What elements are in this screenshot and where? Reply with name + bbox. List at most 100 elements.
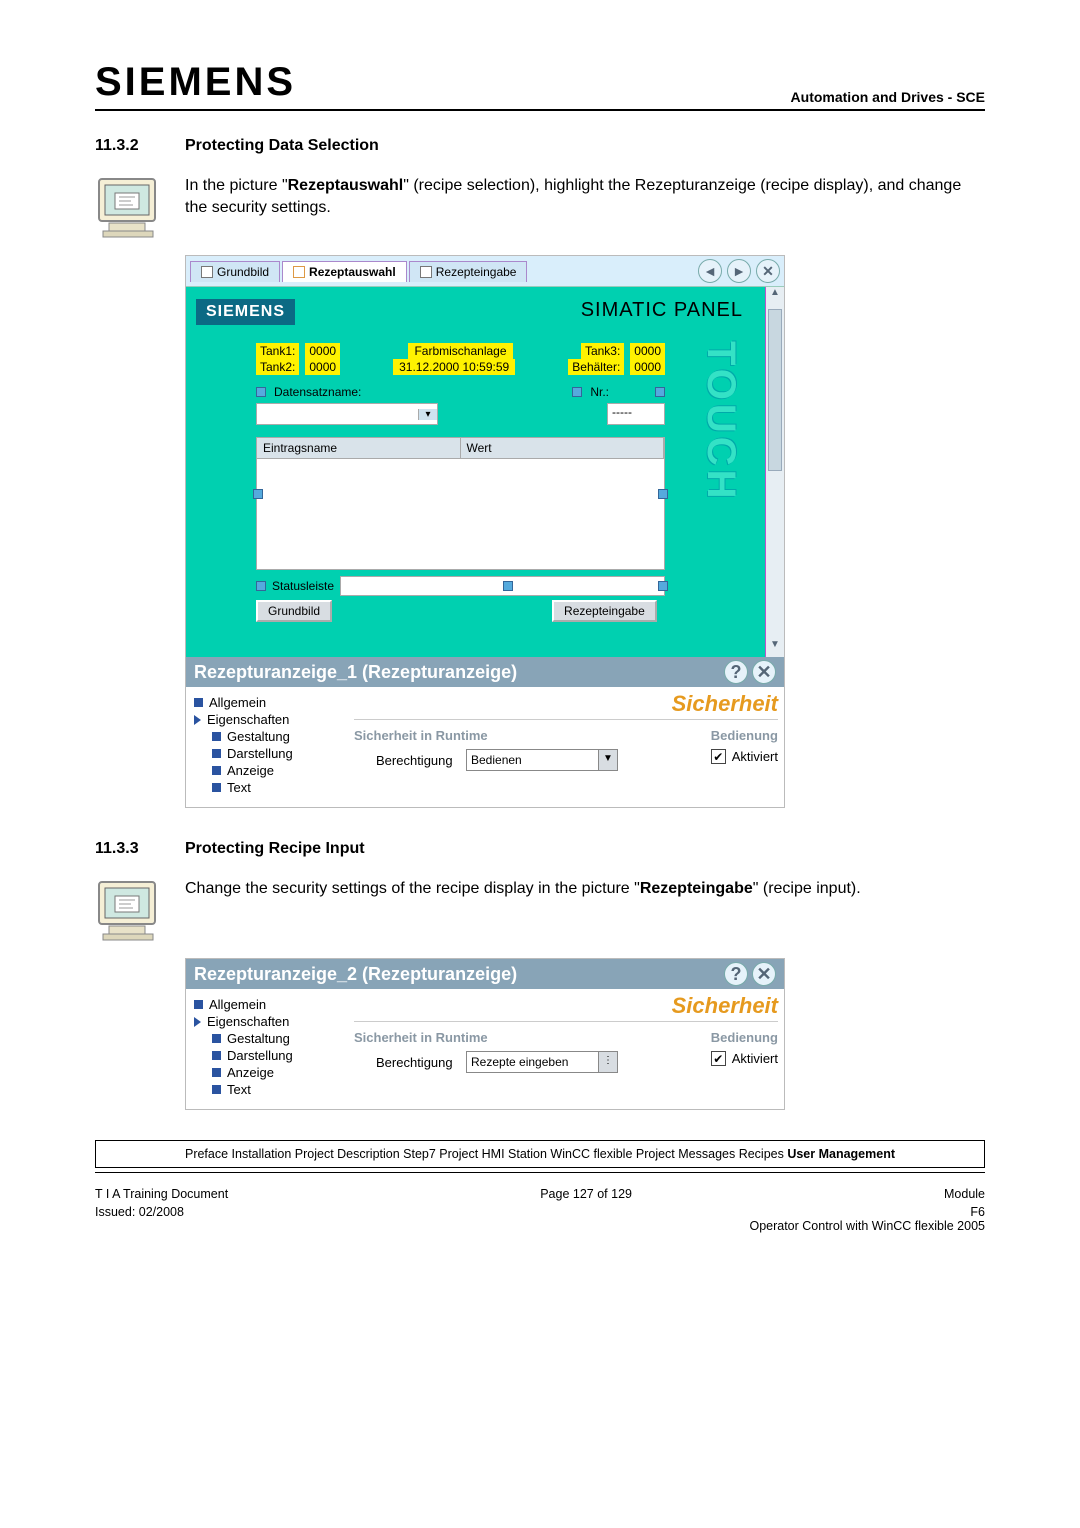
- tab-label: Grundbild: [217, 265, 269, 279]
- footer-row-1: T I A Training Document Page 127 of 129 …: [95, 1187, 985, 1201]
- bedienung-heading: Bedienung: [711, 728, 778, 743]
- selection-handle[interactable]: [572, 387, 582, 397]
- datensatzname-dropdown[interactable]: ▾: [256, 403, 438, 425]
- nav-forward-button[interactable]: ►: [727, 259, 751, 283]
- tree-label: Text: [227, 780, 251, 795]
- close-button[interactable]: ✕: [752, 962, 776, 986]
- farbmischanlage-label: Farbmischanlage: [408, 343, 512, 359]
- tab-label: Rezeptauswahl: [309, 265, 396, 279]
- tree-label: Eigenschaften: [207, 712, 289, 727]
- help-button[interactable]: ?: [724, 660, 748, 684]
- tree-item-allgemein[interactable]: Allgemein: [194, 997, 344, 1012]
- tree-item-darstellung[interactable]: Darstellung: [194, 1048, 344, 1063]
- column-eintragsname: Eintragsname: [257, 438, 461, 458]
- grid-header: Eintragsname Wert: [256, 437, 665, 459]
- berechtigung-dropdown[interactable]: Bedienen ▼: [466, 749, 618, 771]
- berechtigung-label: Berechtigung: [376, 1055, 466, 1070]
- para-text: Change the security settings of the reci…: [185, 880, 640, 897]
- property-title-text: Rezepturanzeige_2 (Rezepturanzeige): [194, 964, 517, 985]
- footer-doc-title: Operator Control with WinCC flexible 200…: [749, 1219, 985, 1233]
- footer-left: T I A Training Document: [95, 1187, 228, 1201]
- selection-handle[interactable]: [658, 489, 668, 499]
- tank1-label: Tank1:: [256, 343, 299, 359]
- berechtigung-label: Berechtigung: [376, 753, 466, 768]
- tree-item-eigenschaften[interactable]: Eigenschaften: [194, 712, 344, 727]
- help-button[interactable]: ?: [724, 962, 748, 986]
- tree-label: Darstellung: [227, 1048, 293, 1063]
- aktiviert-label: Aktiviert: [732, 1051, 778, 1066]
- selection-handle[interactable]: [503, 581, 513, 591]
- tab-grundbild[interactable]: Grundbild: [190, 261, 280, 282]
- sicherheit-heading: Sicherheit: [354, 691, 778, 720]
- bedienung-heading: Bedienung: [711, 1030, 778, 1045]
- breadcrumb-text: Preface Installation Project Description…: [185, 1147, 787, 1161]
- rezepteingabe-button[interactable]: Rezepteingabe: [552, 600, 657, 622]
- close-button[interactable]: ✕: [752, 660, 776, 684]
- checkbox-icon: ✔: [711, 749, 726, 764]
- dropdown-icon: ⋮: [598, 1052, 617, 1072]
- scroll-up-icon[interactable]: ▲: [766, 287, 784, 305]
- tree-item-anzeige[interactable]: Anzeige: [194, 1065, 344, 1080]
- property-tree: Allgemein Eigenschaften Gestaltung Darst…: [186, 687, 348, 807]
- tank1-value: 0000: [305, 343, 340, 359]
- berechtigung-value: Bedienen: [467, 750, 598, 770]
- screenshot-recipe-selection: Grundbild Rezeptauswahl Rezepteingabe ◄ …: [185, 255, 785, 808]
- footer-right: Module: [944, 1187, 985, 1201]
- column-wert: Wert: [461, 438, 665, 458]
- grundbild-button[interactable]: Grundbild: [256, 600, 332, 622]
- tree-item-gestaltung[interactable]: Gestaltung: [194, 1031, 344, 1046]
- tree-label: Anzeige: [227, 1065, 274, 1080]
- tank3-label: Tank3:: [581, 343, 624, 359]
- runtime-heading: Sicherheit in Runtime: [354, 728, 671, 743]
- tab-rezeptauswahl[interactable]: Rezeptauswahl: [282, 261, 407, 282]
- selection-handle[interactable]: [256, 581, 266, 591]
- tree-item-allgemein[interactable]: Allgemein: [194, 695, 344, 710]
- selection-handle[interactable]: [658, 581, 668, 591]
- panel-simatic-label: SIMATIC PANEL: [581, 299, 743, 322]
- behaelter-label: Behälter:: [568, 359, 624, 375]
- para-text: In the picture ": [185, 177, 288, 194]
- breadcrumb-bar: Preface Installation Project Description…: [95, 1140, 985, 1168]
- tree-item-darstellung[interactable]: Darstellung: [194, 746, 344, 761]
- berechtigung-dropdown[interactable]: Rezepte eingeben ⋮: [466, 1051, 618, 1073]
- recipe-grid[interactable]: [256, 459, 665, 570]
- header-subtitle: Automation and Drives - SCE: [791, 89, 985, 105]
- footer-module-code: F6: [970, 1205, 985, 1219]
- chevron-down-icon: ▾: [418, 409, 437, 420]
- selection-handle[interactable]: [256, 387, 266, 397]
- close-button[interactable]: ✕: [756, 259, 780, 283]
- vertical-scrollbar[interactable]: ▲ ▼: [765, 287, 784, 657]
- page-header: SIEMENS Automation and Drives - SCE: [95, 60, 985, 111]
- footer-page: Page 127 of 129: [540, 1187, 632, 1201]
- nr-label: Nr.:: [590, 385, 609, 399]
- tree-item-eigenschaften[interactable]: Eigenschaften: [194, 1014, 344, 1029]
- screenshot-recipe-input-props: Rezepturanzeige_2 (Rezepturanzeige) ? ✕ …: [185, 958, 785, 1110]
- section-title: Protecting Recipe Input: [185, 840, 365, 858]
- tab-rezepteingabe[interactable]: Rezepteingabe: [409, 261, 528, 282]
- monitor-icon: [95, 876, 165, 944]
- hmi-panel-preview: SIEMENS SIMATIC PANEL TOUCH Tank1:0000 F…: [186, 287, 765, 657]
- selection-handle[interactable]: [655, 387, 665, 397]
- tree-item-anzeige[interactable]: Anzeige: [194, 763, 344, 778]
- section-paragraph-1: In the picture "Rezeptauswahl" (recipe s…: [185, 175, 985, 241]
- tree-label: Darstellung: [227, 746, 293, 761]
- tree-item-text[interactable]: Text: [194, 1082, 344, 1097]
- tank2-label: Tank2:: [256, 359, 299, 375]
- selection-handle[interactable]: [253, 489, 263, 499]
- section-heading-1: 11.3.2 Protecting Data Selection: [95, 137, 985, 155]
- breadcrumb-active: User Management: [787, 1147, 895, 1161]
- aktiviert-checkbox[interactable]: ✔ Aktiviert: [711, 749, 778, 764]
- tank2-value: 0000: [305, 359, 340, 375]
- footer-issued: Issued: 02/2008: [95, 1205, 184, 1233]
- scroll-down-icon[interactable]: ▼: [766, 639, 784, 657]
- datensatzname-label: Datensatzname:: [274, 385, 361, 399]
- nav-back-button[interactable]: ◄: [698, 259, 722, 283]
- tree-label: Gestaltung: [227, 1031, 290, 1046]
- berechtigung-value: Rezepte eingeben: [467, 1052, 598, 1072]
- nr-value[interactable]: -----: [607, 403, 665, 425]
- tree-item-gestaltung[interactable]: Gestaltung: [194, 729, 344, 744]
- scroll-thumb[interactable]: [768, 309, 782, 471]
- tree-item-text[interactable]: Text: [194, 780, 344, 795]
- monitor-icon: [95, 173, 165, 241]
- aktiviert-checkbox[interactable]: ✔ Aktiviert: [711, 1051, 778, 1066]
